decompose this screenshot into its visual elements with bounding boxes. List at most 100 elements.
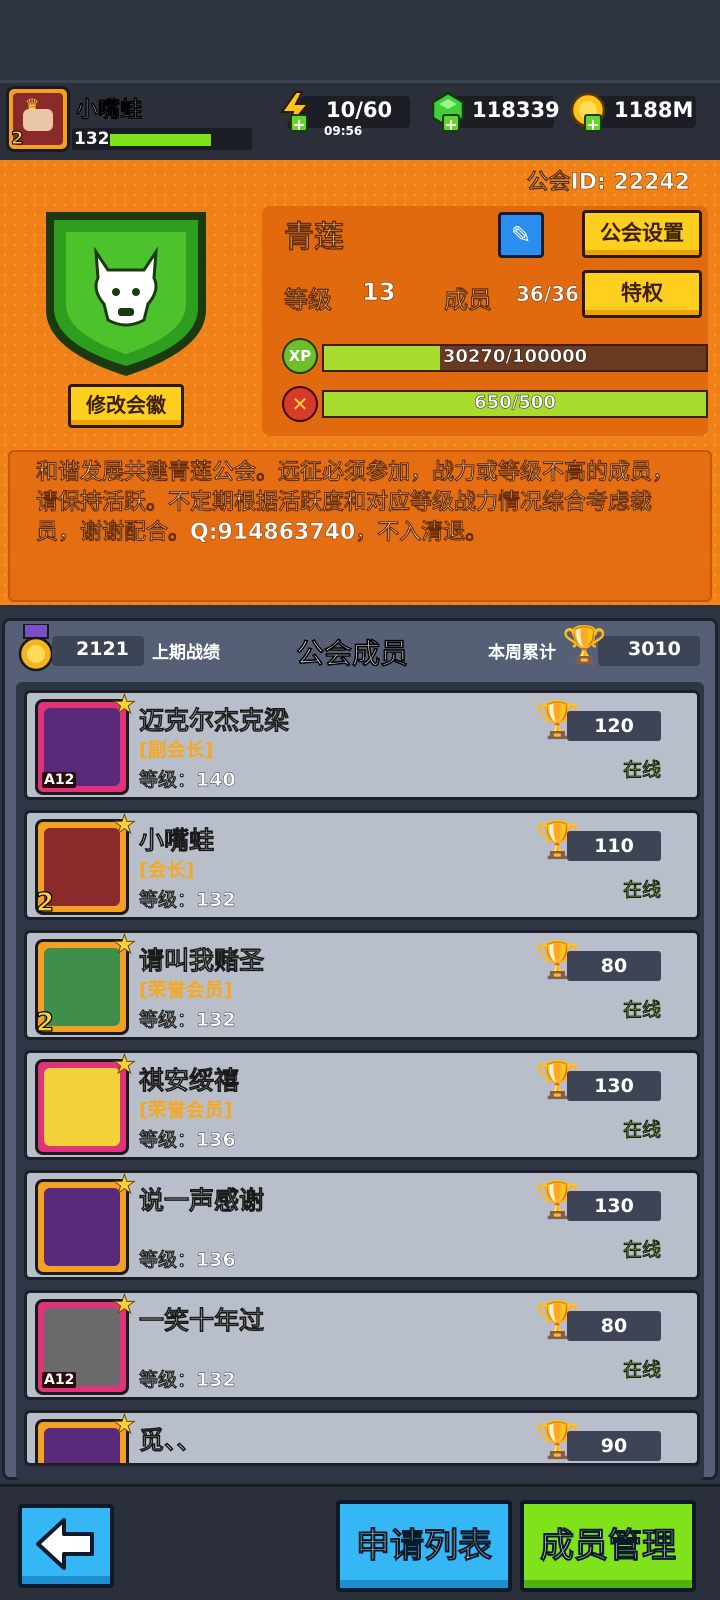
energy-timer: 09:56	[324, 124, 363, 138]
member-score: 130	[567, 1071, 661, 1101]
member-score: 120	[567, 711, 661, 741]
edit-name-pencil-icon[interactable]: ✎	[498, 212, 544, 258]
privilege-button[interactable]: 特权	[582, 270, 702, 318]
guild-activity-text: 650/500	[474, 392, 556, 414]
member-avatar[interactable]: ★ 2	[35, 933, 137, 1038]
member-score: 80	[567, 951, 661, 981]
member-avatar[interactable]: ★	[35, 1173, 137, 1275]
star-icon: ★	[112, 1170, 136, 1201]
member-level: 等级：132	[139, 889, 236, 911]
member-row[interactable]: ★ 2 小嘴蛙 [会长] 等级：132 🏆 110 在线	[24, 810, 700, 920]
add-coins-icon[interactable]: +	[584, 114, 602, 134]
member-avatar[interactable]: ★ A12	[35, 693, 137, 795]
member-status: 在线	[623, 879, 662, 901]
member-avatar-image	[44, 1068, 120, 1146]
guild-description: 和谐发展共建青莲公会。远征必须参加，战力或等级不高的成员，请保持活跃。不定期根据…	[36, 460, 675, 545]
member-row[interactable]: ★ 2 觅、、 🏆 90 在线	[24, 1410, 700, 1466]
back-arrow-icon	[36, 1518, 94, 1570]
member-role: [荣誉会员]	[139, 1099, 233, 1121]
star-icon: ★	[112, 690, 136, 721]
member-level: 等级：136	[139, 1249, 236, 1271]
week-total-label: 本周累计	[488, 643, 556, 663]
member-avatar-image	[44, 828, 120, 906]
star-icon: ★	[112, 1050, 136, 1081]
member-manage-button[interactable]: 成员管理	[520, 1500, 696, 1592]
guild-id: 公会ID: 22242	[526, 170, 690, 196]
guild-name: 青莲	[284, 220, 345, 256]
member-status: 在线	[623, 999, 662, 1021]
member-role: [副会长]	[139, 739, 214, 761]
member-name: 觅、、	[139, 1426, 202, 1456]
member-level: 等级：132	[139, 1369, 236, 1391]
last-score: 2121	[76, 638, 129, 660]
member-row[interactable]: ★ 说一声感谢 等级：136 🏆 130 在线	[24, 1170, 700, 1280]
last-score-label: 上期战绩	[152, 643, 220, 663]
apply-list-button[interactable]: 申请列表	[336, 1500, 512, 1592]
member-role: [会长]	[139, 859, 195, 881]
player-avatar[interactable]: ♛ 2	[6, 86, 70, 152]
crown-icon: ♛	[25, 95, 40, 114]
week-score: 3010	[628, 638, 681, 660]
member-score: 90	[567, 1431, 661, 1461]
member-score: 110	[567, 831, 661, 861]
medal-icon	[18, 624, 54, 672]
guild-members-value: 36/36	[516, 282, 579, 307]
guild-xp-text: 30270/100000	[442, 346, 588, 368]
member-avatar[interactable]: ★ 2	[35, 1413, 137, 1463]
xp-icon: XP	[282, 338, 318, 374]
member-name: 小嘴蛙	[139, 826, 215, 856]
members-title: 公会成员	[296, 637, 409, 671]
member-avatar-tag: 2	[35, 1007, 55, 1038]
member-avatar-image	[44, 1188, 120, 1266]
player-name: 小嘴蛙	[76, 98, 143, 124]
member-avatar[interactable]: ★ A12	[35, 1293, 137, 1395]
guild-members-label: 成员	[444, 286, 493, 315]
player-level-fill	[110, 134, 211, 146]
gems-value: 118339	[472, 98, 560, 122]
member-name: 祺安绥禧	[139, 1066, 240, 1096]
member-status: 在线	[623, 1359, 662, 1381]
member-status: 在线	[623, 759, 662, 781]
member-name: 说一声感谢	[139, 1186, 265, 1216]
member-status: 在线	[623, 1119, 662, 1141]
status-bar-area	[0, 0, 720, 80]
add-gems-icon[interactable]: +	[442, 114, 460, 134]
player-rank: 2	[11, 128, 24, 150]
star-icon: ★	[112, 1410, 136, 1441]
member-level: 等级：136	[139, 1129, 236, 1151]
member-row[interactable]: ★ 祺安绥禧 [荣誉会员] 等级：136 🏆 130 在线	[24, 1050, 700, 1160]
player-level: 132	[74, 129, 110, 149]
member-status: 在线	[623, 1239, 662, 1261]
activity-icon: ✕	[282, 386, 318, 422]
trophy-icon: 🏆	[562, 625, 607, 666]
member-score: 80	[567, 1311, 661, 1341]
member-row[interactable]: ★ A12 迈克尔杰克梁 [副会长] 等级：140 🏆 120 在线	[24, 690, 700, 800]
guild-level-value: 13	[362, 278, 396, 307]
member-avatar-image	[44, 948, 120, 1026]
guild-level-label: 等级	[284, 286, 333, 315]
member-level: 等级：140	[139, 769, 236, 791]
coins-value: 1188M	[614, 98, 694, 122]
member-avatar[interactable]: ★	[35, 1053, 137, 1155]
member-role: [荣誉会员]	[139, 979, 233, 1001]
member-avatar[interactable]: ★ 2	[35, 813, 137, 918]
member-name: 请叫我赌圣	[139, 946, 265, 976]
guild-emblem-icon	[46, 212, 206, 376]
member-score: 130	[567, 1191, 661, 1221]
member-avatar-tag: 2	[35, 887, 55, 918]
energy-value: 10/60	[326, 98, 393, 122]
add-energy-icon[interactable]: +	[290, 114, 308, 134]
member-avatar-tag: A12	[42, 1372, 77, 1388]
member-name: 一笑十年过	[139, 1306, 265, 1336]
member-level: 等级：132	[139, 1009, 236, 1031]
member-avatar-tag: A12	[42, 772, 77, 788]
change-emblem-button[interactable]: 修改会徽	[68, 384, 184, 428]
star-icon: ★	[112, 930, 136, 961]
member-avatar-image	[44, 1428, 120, 1463]
member-row[interactable]: ★ A12 一笑十年过 等级：132 🏆 80 在线	[24, 1290, 700, 1400]
star-icon: ★	[112, 1290, 136, 1321]
member-row[interactable]: ★ 2 请叫我赌圣 [荣誉会员] 等级：132 🏆 80 在线	[24, 930, 700, 1040]
guild-settings-button[interactable]: 公会设置	[582, 210, 702, 258]
member-name: 迈克尔杰克梁	[139, 706, 290, 736]
star-icon: ★	[112, 810, 136, 841]
